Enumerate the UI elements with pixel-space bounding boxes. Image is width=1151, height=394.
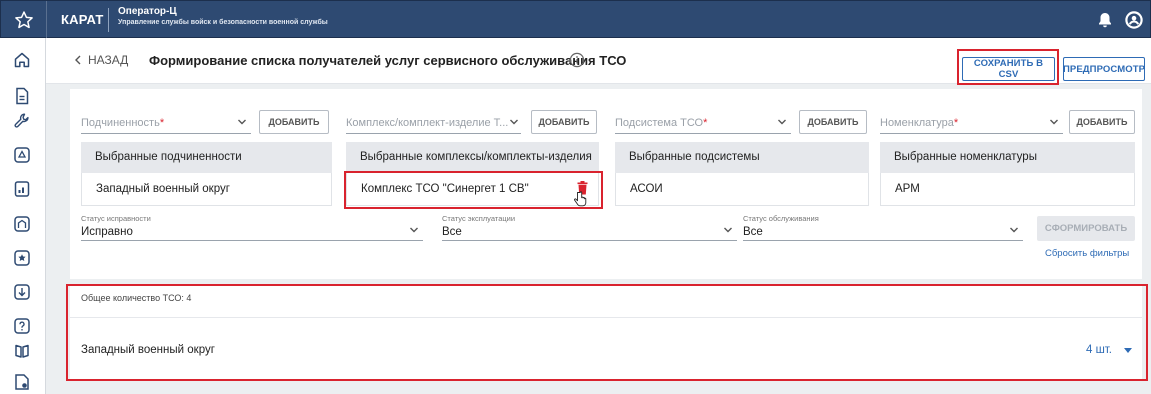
operation-status-value: Все bbox=[442, 226, 462, 238]
user-circle-icon bbox=[1125, 11, 1143, 29]
sidebar-item-service[interactable] bbox=[11, 110, 33, 132]
sidebar-item-documents[interactable] bbox=[11, 85, 33, 107]
selected-subordination-item[interactable]: Западный военный округ bbox=[81, 173, 332, 206]
sidebar bbox=[0, 38, 46, 394]
serviceability-status-select[interactable]: Статус исправности Исправно bbox=[81, 214, 423, 241]
selected-subsystems-header: Выбранные подсистемы bbox=[615, 142, 869, 173]
chevron-down-icon bbox=[238, 119, 246, 125]
selected-complex-item[interactable]: Комплекс ТСО "Синергет 1 СВ" bbox=[346, 173, 599, 206]
add-nomenclature-button[interactable]: ДОБАВИТЬ bbox=[1069, 110, 1135, 134]
selected-nomenclatures-header: Выбранные номенклатуры bbox=[880, 142, 1135, 173]
document-icon bbox=[16, 87, 29, 105]
operation-status-caption: Статус эксплуатации bbox=[442, 214, 516, 223]
save-csv-button[interactable]: СОХРАНИТЬ В CSV bbox=[962, 57, 1055, 81]
brand-logo: КАРАТ bbox=[61, 12, 104, 27]
sidebar-item-home[interactable] bbox=[11, 49, 33, 71]
wrench-icon bbox=[14, 113, 29, 128]
add-complex-button[interactable]: ДОБАВИТЬ bbox=[531, 110, 597, 134]
map-pin-icon bbox=[14, 147, 30, 163]
sidebar-item-objects[interactable] bbox=[11, 213, 33, 235]
shield-star-icon bbox=[14, 250, 30, 266]
table-row[interactable]: Западный военный округ 4 шт. bbox=[70, 317, 1142, 381]
app-subtitle: Управление службы войск и безопасности в… bbox=[118, 19, 328, 26]
home-icon bbox=[14, 52, 30, 68]
row-count: 4 шт. bbox=[1085, 344, 1112, 356]
total-count: Общее количество ТСО: 4 bbox=[81, 293, 192, 303]
complex-select[interactable]: Комплекс/комплект-изделие Т... bbox=[346, 112, 521, 134]
preview-button[interactable]: ПРЕДПРОСМОТР bbox=[1063, 57, 1145, 81]
chevron-down-icon bbox=[1050, 119, 1058, 125]
maintenance-status-select[interactable]: Статус обслуживания Все bbox=[743, 214, 1023, 241]
required-marker: * bbox=[159, 117, 165, 129]
star-icon bbox=[14, 11, 33, 29]
required-marker: * bbox=[953, 117, 959, 129]
chevron-down-icon bbox=[1010, 227, 1018, 233]
sidebar-item-reports[interactable] bbox=[11, 178, 33, 200]
sidebar-item-settings[interactable] bbox=[11, 371, 33, 393]
file-settings-icon bbox=[15, 374, 29, 390]
app-title: Оператор-Ц bbox=[118, 6, 177, 17]
info-button[interactable] bbox=[569, 52, 585, 73]
subordination-select[interactable]: Подчиненность* bbox=[81, 112, 251, 134]
notifications-button[interactable] bbox=[1098, 12, 1112, 33]
selected-complexes-header: Выбранные комплексы/комплекты-изделия bbox=[346, 142, 599, 173]
selected-nomenclature-item[interactable]: АРМ bbox=[880, 173, 1135, 206]
chevron-down-icon bbox=[410, 227, 418, 233]
operation-status-select[interactable]: Статус эксплуатации Все bbox=[442, 214, 737, 241]
brand-divider bbox=[108, 8, 109, 32]
sidebar-item-import[interactable] bbox=[11, 281, 33, 303]
serviceability-status-caption: Статус исправности bbox=[81, 214, 151, 223]
hand-pointer-icon bbox=[574, 191, 587, 207]
favorites-button[interactable] bbox=[1, 1, 47, 39]
back-label: НАЗАД bbox=[88, 53, 129, 67]
user-menu-button[interactable] bbox=[1125, 11, 1143, 34]
maintenance-status-caption: Статус обслуживания bbox=[743, 214, 819, 223]
chevron-down-icon bbox=[778, 119, 786, 125]
add-subordination-button[interactable]: ДОБАВИТЬ bbox=[259, 110, 329, 134]
results-panel: Общее количество ТСО: 4 Западный военный… bbox=[70, 286, 1142, 381]
subordination-label: Подчиненность bbox=[81, 117, 160, 129]
building-icon bbox=[14, 216, 30, 232]
book-icon bbox=[15, 344, 29, 358]
filter-panel: Подчиненность* ДОБАВИТЬ Выбранные подчин… bbox=[70, 89, 1142, 279]
sidebar-item-library[interactable] bbox=[11, 340, 33, 362]
selected-complex-label: Комплекс ТСО "Синергет 1 СВ" bbox=[361, 183, 529, 195]
top-bar: КАРАТ Оператор-Ц Управление службы войск… bbox=[0, 0, 1151, 39]
back-button[interactable]: НАЗАД bbox=[74, 53, 128, 67]
nomenclature-label: Номенклатура bbox=[880, 117, 954, 129]
sidebar-item-help[interactable] bbox=[11, 315, 33, 337]
selected-subordinations-header: Выбранные подчиненности bbox=[81, 142, 332, 173]
selected-subsystem-item[interactable]: АСОИ bbox=[615, 173, 869, 206]
sidebar-item-map[interactable] bbox=[11, 144, 33, 166]
chevron-left-icon bbox=[75, 55, 81, 65]
maintenance-status-value: Все bbox=[743, 226, 763, 238]
complex-label: Комплекс/комплект-изделие Т... bbox=[346, 117, 509, 129]
help-icon bbox=[14, 318, 30, 334]
row-label: Западный военный округ bbox=[81, 344, 215, 356]
sidebar-item-security[interactable] bbox=[11, 247, 33, 269]
required-marker: * bbox=[703, 117, 708, 129]
nomenclature-select[interactable]: Номенклатура* bbox=[880, 112, 1063, 134]
serviceability-status-value: Исправно bbox=[81, 226, 133, 238]
caret-down-icon[interactable] bbox=[1124, 348, 1132, 353]
generate-button[interactable]: СФОРМИРОВАТЬ bbox=[1037, 216, 1135, 241]
info-icon bbox=[569, 52, 585, 68]
reset-filters-link[interactable]: Сбросить фильтры bbox=[1045, 248, 1129, 259]
add-subsystem-button[interactable]: ДОБАВИТЬ bbox=[799, 110, 867, 134]
hand-cursor bbox=[573, 191, 587, 212]
report-icon bbox=[14, 181, 30, 197]
chevron-down-icon bbox=[510, 119, 518, 125]
subsystem-select[interactable]: Подсистема ТСО* bbox=[615, 112, 791, 134]
subsystem-label: Подсистема ТСО bbox=[615, 117, 704, 129]
chevron-down-icon bbox=[724, 227, 732, 233]
page-title: Формирование списка получателей услуг се… bbox=[149, 53, 627, 68]
download-icon bbox=[14, 284, 30, 300]
bell-icon bbox=[1099, 13, 1111, 28]
